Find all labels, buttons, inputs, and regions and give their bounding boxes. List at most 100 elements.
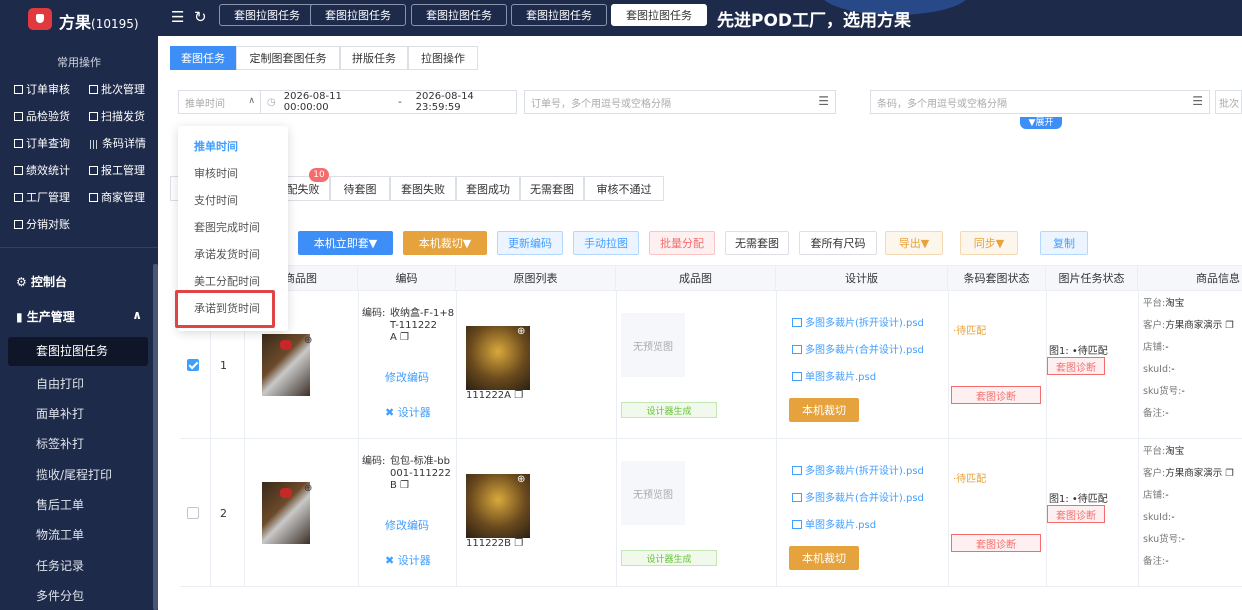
row-checkbox[interactable] [187,359,199,371]
barcode-input[interactable]: 条码，多个用逗号或空格分隔 ☰ [870,90,1210,114]
image-icon [792,372,802,381]
order-number-input[interactable]: 订单号，多个用逗号或空格分隔 ☰ [524,90,836,114]
designer-link[interactable]: ✖ 设计器 [385,552,431,568]
set-diagnose-button[interactable]: 套图诊断 [951,534,1041,552]
edit-code-link[interactable]: 修改编码 [385,517,429,533]
menu-item-aftersale[interactable]: 售后工单 [36,496,84,513]
dropdown-option-push-time[interactable]: 推单时间 [194,138,238,154]
sub-tab-imposition[interactable]: 拼版任务 [340,46,408,70]
top-tab-3[interactable]: 套图拉图任务 [411,4,507,26]
image-icon [792,345,802,354]
zoom-icon[interactable]: ⊕ [517,474,525,485]
quick-performance[interactable]: 绩效统计 [14,162,70,178]
table-row[interactable]: 1 ⊕ 编码: 收纳盒-F-1+8 T-111222 A ❐ 修改编码 ✖ 设计器 … [180,291,1242,439]
status-tab-pending[interactable]: 待套图 [330,176,390,201]
list-icon[interactable]: ☰ [818,94,829,108]
product-thumbnail[interactable] [262,334,310,396]
pic-diagnose-button[interactable]: 套图诊断 [1047,505,1105,523]
top-tab-5-active[interactable]: 套图拉图任务 [611,4,707,26]
no-set-button[interactable]: 无需套图 [725,231,789,255]
header-original-list: 原图列表 [456,266,616,292]
set-all-sizes-button[interactable]: 套所有尺码 [799,231,877,255]
quick-distribution-reconcile[interactable]: 分销对账 [14,216,70,232]
dropdown-option-set-done-time[interactable]: 套图完成时间 [194,219,260,235]
sync-button[interactable]: 同步▼ [960,231,1018,255]
time-type-select[interactable]: 推单时间 ∧ [178,90,262,114]
zoom-icon[interactable]: ⊕ [304,483,312,494]
menu-console[interactable]: ⚙ 控制台 [16,273,67,290]
menu-production[interactable]: ▮ 生产管理 ∧ [16,308,142,325]
checkbox-icon [14,85,23,94]
set-now-button[interactable]: 本机立即套▼ [298,231,393,255]
status-tab-not-needed[interactable]: 无需套图 [520,176,584,201]
sidebar: 常用操作 订单审核 批次管理 品检验货 扫描发货 订单查询 ||| 条码详情 绩效… [0,36,158,610]
clock-icon: ◷ [267,96,276,108]
status-tab-success[interactable]: 套图成功 [456,176,520,201]
menu-item-logistics[interactable]: 物流工单 [36,526,84,543]
quick-batch-manage[interactable]: 批次管理 [89,81,145,97]
update-code-button[interactable]: 更新编码 [497,231,563,255]
zoom-icon[interactable]: ⊕ [304,335,312,346]
menu-item-waybill-reprint[interactable]: 面单补打 [36,405,84,422]
top-tab-4[interactable]: 套图拉图任务 [511,4,607,26]
console-icon: ⚙ [16,275,27,289]
dropdown-option-pay-time[interactable]: 支付时间 [194,192,238,208]
menu-item-pickup-print[interactable]: 揽收/尾程打印 [36,466,112,483]
designer-link[interactable]: ✖ 设计器 [385,404,431,420]
table-row[interactable]: 2 ⊕ 编码: 包包-标准-bb 001-111222 B ❐ 修改编码 ✖ 设计器… [180,439,1242,587]
sub-tab-pull-image[interactable]: 拉图操作 [408,46,478,70]
quick-scan-ship[interactable]: 扫描发货 [89,108,145,124]
local-cut-button[interactable]: 本机裁切▼ [403,231,487,255]
psd-link-merged[interactable]: 多图多裁片(合并设计).psd [792,489,924,504]
psd-link-single[interactable]: 单图多裁片.psd [792,516,876,531]
quick-barcode-detail[interactable]: ||| 条码详情 [89,135,146,151]
pic-diagnose-button[interactable]: 套图诊断 [1047,357,1105,375]
app-logo-icon [28,8,52,30]
dropdown-option-promise-ship-time[interactable]: 承诺发货时间 [194,246,260,262]
product-info: 平台:淘宝 客户:方果商家演示 ❐ 店铺:- skuId:- sku货号:- 备… [1143,298,1234,419]
menu-item-label-reprint[interactable]: 标签补打 [36,435,84,452]
set-diagnose-button[interactable]: 套图诊断 [951,386,1041,404]
copy-button[interactable]: 复制 [1040,231,1088,255]
status-tab-failed[interactable]: 套图失败 [390,176,456,201]
expand-filters-button[interactable]: ▼展开 [1020,117,1062,129]
row-local-cut-button[interactable]: 本机裁切 [789,398,859,422]
top-tab-1[interactable]: 套图拉图任务 [219,4,315,26]
menu-toggle-icon[interactable]: ☰ [171,8,184,26]
batch-input[interactable]: 批次 [1215,90,1242,114]
quick-merchant-manage[interactable]: 商家管理 [89,189,145,205]
quick-order-review[interactable]: 订单审核 [14,81,70,97]
dropdown-option-review-time[interactable]: 审核时间 [194,165,238,181]
refresh-icon[interactable]: ↻ [194,8,207,26]
sub-tab-custom-set[interactable]: 定制图套图任务 [236,46,340,70]
highlight-box [175,290,275,328]
row-local-cut-button[interactable]: 本机裁切 [789,546,859,570]
app-brand: 方果(10195) [59,9,139,33]
product-thumbnail[interactable] [262,482,310,544]
menu-item-multi-pack[interactable]: 多件分包 [36,587,84,604]
table-header: 商品图 编码 原图列表 成品图 设计版 条码套图状态 图片任务状态 商品信息 [180,265,1242,292]
list-icon[interactable]: ☰ [1192,94,1203,108]
menu-item-task-log[interactable]: 任务记录 [36,557,84,574]
psd-link-merged[interactable]: 多图多裁片(合并设计).psd [792,341,924,356]
menu-item-free-print[interactable]: 自由打印 [36,375,84,392]
quick-quality-check[interactable]: 品检验货 [14,108,70,124]
quick-factory-manage[interactable]: 工厂管理 [14,189,70,205]
edit-code-link[interactable]: 修改编码 [385,369,429,385]
psd-link-split[interactable]: 多图多裁片(拆开设计).psd [792,314,924,329]
psd-link-split[interactable]: 多图多裁片(拆开设计).psd [792,462,924,477]
quick-order-query[interactable]: 订单查询 [14,135,70,151]
status-tab-rejected[interactable]: 审核不通过 [584,176,664,201]
quick-work-report[interactable]: 报工管理 [89,162,145,178]
batch-assign-button[interactable]: 批量分配 [649,231,715,255]
menu-item-active[interactable]: 套图拉图任务 [8,337,148,366]
export-button[interactable]: 导出▼ [885,231,943,255]
psd-link-single[interactable]: 单图多裁片.psd [792,368,876,383]
row-checkbox[interactable] [187,507,199,519]
top-tab-2[interactable]: 套图拉图任务 [310,4,406,26]
dropdown-option-artist-assign-time[interactable]: 美工分配时间 [194,273,260,289]
manual-pull-button[interactable]: 手动拉图 [573,231,639,255]
sub-tab-set-image[interactable]: 套图任务 [170,46,236,70]
date-range-picker[interactable]: ◷ 2026-08-11 00:00:00 - 2026-08-14 23:59:59 [260,90,517,114]
zoom-icon[interactable]: ⊕ [517,326,525,337]
